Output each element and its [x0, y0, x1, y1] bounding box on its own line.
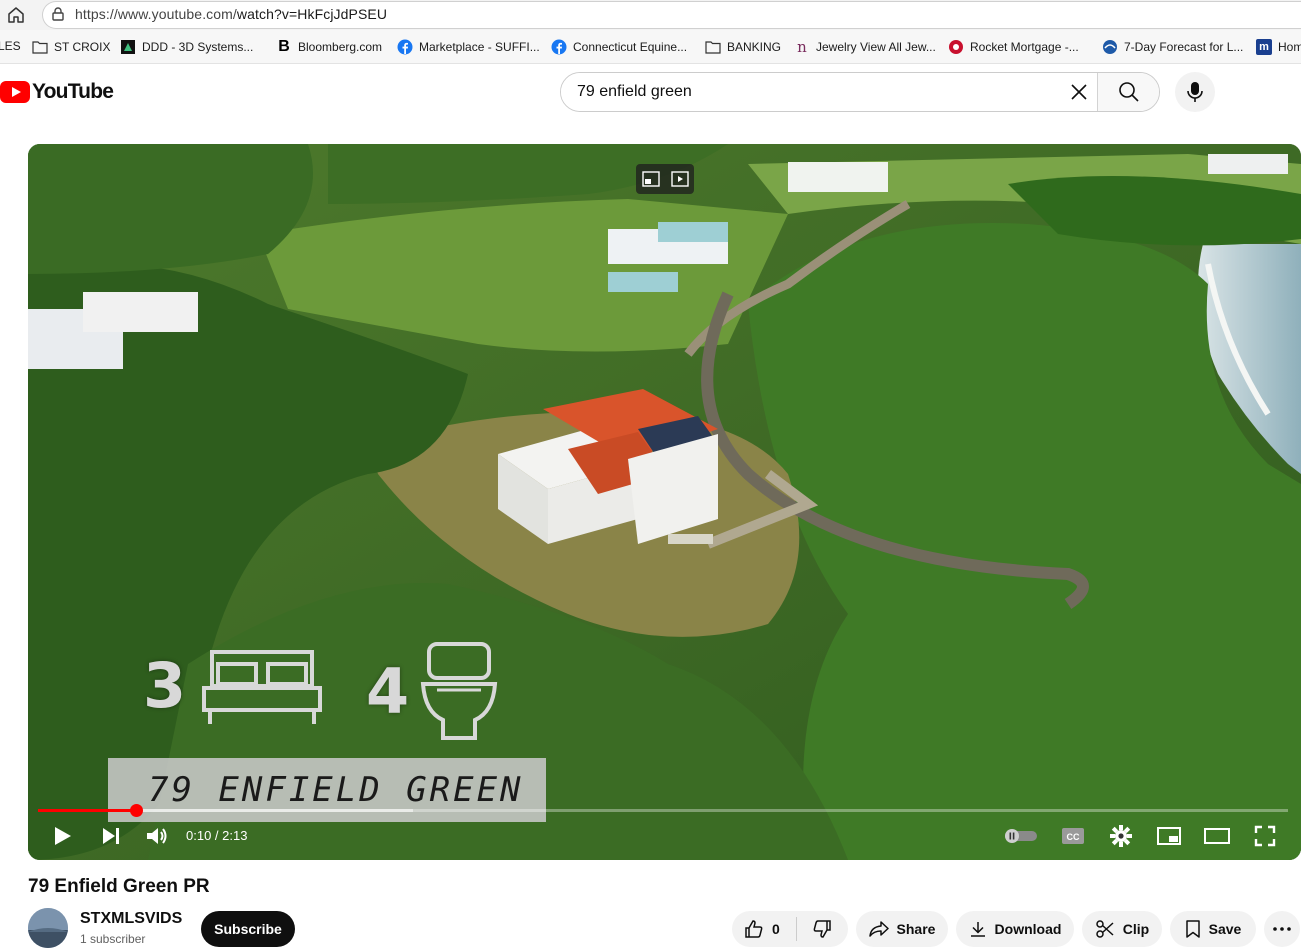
bookmark-rocket-mortgage[interactable]: Rocket Mortgage -... — [948, 39, 1079, 55]
youtube-logo-text: YouTube — [32, 80, 114, 103]
progress-scrubber[interactable] — [129, 804, 143, 817]
clear-search-button[interactable] — [1061, 73, 1097, 111]
miniplayer-icon — [1157, 827, 1181, 845]
thumbs-up-icon — [745, 920, 763, 938]
m-icon: m — [1256, 39, 1272, 55]
rocket-icon — [948, 39, 964, 55]
channel-avatar-image — [28, 908, 68, 948]
theater-mode-button[interactable] — [1201, 822, 1233, 850]
like-dislike-group: 0 — [732, 911, 848, 947]
youtube-logo[interactable]: YouTube — [0, 80, 114, 104]
lock-icon[interactable] — [50, 6, 66, 22]
theater-icon — [1204, 828, 1230, 844]
popout-icon[interactable] — [641, 171, 660, 187]
browser-address-row: https://www.youtube.com/watch?v=HkFcjJdP… — [0, 0, 1301, 30]
bookmark-bloomberg[interactable]: B Bloomberg.com — [276, 38, 382, 55]
home-icon[interactable] — [6, 5, 26, 25]
ddd-logo-icon — [120, 39, 136, 55]
video-frame-aerial-house — [28, 144, 1301, 860]
subscribe-button[interactable]: Subscribe — [201, 911, 295, 947]
bookmark-les[interactable]: LES — [0, 39, 21, 53]
search-input[interactable] — [561, 73, 1061, 111]
microphone-icon — [1187, 82, 1203, 102]
share-label: Share — [896, 921, 936, 937]
folder-icon — [705, 39, 721, 55]
bathrooms-count: 4 — [366, 654, 410, 728]
jewelry-icon: n — [797, 38, 807, 56]
share-icon — [868, 921, 889, 937]
save-label: Save — [1208, 921, 1242, 937]
video-player[interactable]: 3 4 79 ENFIELD GREEN 0:10 / 2:13 CC — [28, 144, 1301, 860]
facebook-icon — [551, 39, 567, 55]
gear-icon — [1110, 825, 1132, 847]
fullscreen-icon — [1254, 825, 1276, 847]
captions-button[interactable]: CC — [1058, 822, 1088, 850]
bloomberg-icon: B — [278, 38, 290, 55]
next-button[interactable] — [96, 822, 126, 850]
address-overlay-banner: 79 ENFIELD GREEN — [108, 758, 546, 822]
bookmark-marketplace[interactable]: Marketplace - SUFFI... — [397, 39, 540, 55]
search-icon — [1118, 82, 1139, 102]
share-button[interactable]: Share — [856, 911, 948, 947]
bookmark-ddd[interactable]: DDD - 3D Systems... — [120, 39, 253, 55]
facebook-icon — [397, 39, 413, 55]
clip-button[interactable]: Clip — [1082, 911, 1162, 947]
time-display: 0:10 / 2:13 — [186, 828, 248, 843]
subscriber-count: 1 subscriber — [80, 932, 146, 946]
toilet-icon — [420, 642, 498, 740]
captions-icon: CC — [1062, 828, 1084, 844]
skip-next-icon — [103, 828, 119, 844]
settings-button[interactable] — [1106, 822, 1136, 850]
folder-icon — [32, 39, 48, 55]
progress-bar[interactable] — [38, 804, 1288, 817]
bookmark-forecast[interactable]: 7-Day Forecast for L... — [1102, 39, 1243, 55]
svg-text:CC: CC — [1067, 832, 1080, 842]
thumbs-down-icon — [813, 920, 831, 938]
more-horizontal-icon — [1273, 927, 1291, 931]
search-button[interactable] — [1097, 73, 1159, 111]
save-button[interactable]: Save — [1170, 911, 1256, 947]
play-button[interactable] — [48, 822, 78, 850]
close-icon — [1071, 84, 1087, 100]
channel-name[interactable]: STXMLSVIDS — [80, 910, 182, 928]
more-actions-button[interactable] — [1264, 911, 1300, 947]
bedrooms-stat: 3 — [143, 644, 323, 726]
address-overlay-text: 79 ENFIELD GREEN — [148, 770, 524, 810]
bookmark-jewelry[interactable]: n Jewelry View All Jew... — [794, 38, 936, 56]
video-overlay-toolbar — [636, 164, 694, 194]
miniplayer-button[interactable] — [1154, 822, 1184, 850]
volume-button[interactable] — [142, 822, 172, 850]
bathrooms-stat: 4 — [366, 640, 499, 742]
autoplay-toggle-icon — [1005, 829, 1037, 843]
bookmark-banking[interactable]: BANKING — [705, 39, 781, 55]
like-button[interactable]: 0 — [732, 919, 796, 939]
fullscreen-button[interactable] — [1250, 822, 1280, 850]
download-button[interactable]: Download — [956, 911, 1074, 947]
noaa-icon — [1102, 39, 1118, 55]
progress-played — [38, 809, 136, 812]
scissors-icon — [1096, 920, 1114, 938]
bookmarks-bar: LES ST CROIX DDD - 3D Systems... B Bloom… — [0, 30, 1301, 64]
voice-search-button[interactable] — [1175, 72, 1215, 112]
youtube-play-logo-icon — [0, 81, 30, 103]
bookmark-st-croix[interactable]: ST CROIX — [32, 39, 110, 55]
like-count: 0 — [772, 921, 780, 937]
picture-in-picture-icon[interactable] — [670, 171, 689, 187]
bookmark-home[interactable]: m Hom — [1256, 39, 1301, 55]
dislike-button[interactable] — [797, 919, 847, 939]
volume-icon — [147, 828, 167, 844]
download-icon — [970, 922, 985, 937]
bookmark-save-icon — [1185, 920, 1200, 938]
download-label: Download — [994, 921, 1062, 937]
clip-label: Clip — [1122, 921, 1150, 937]
play-icon — [55, 827, 71, 845]
bedrooms-count: 3 — [143, 648, 187, 722]
url-text[interactable]: https://www.youtube.com/watch?v=HkFcjJdP… — [75, 6, 387, 22]
channel-avatar[interactable] — [28, 908, 68, 948]
search-box — [560, 72, 1160, 112]
autoplay-toggle[interactable] — [1003, 822, 1039, 850]
bed-icon — [202, 650, 323, 724]
bookmark-connecticut-equine[interactable]: Connecticut Equine... — [551, 39, 687, 55]
video-title: 79 Enfield Green PR — [28, 876, 210, 897]
